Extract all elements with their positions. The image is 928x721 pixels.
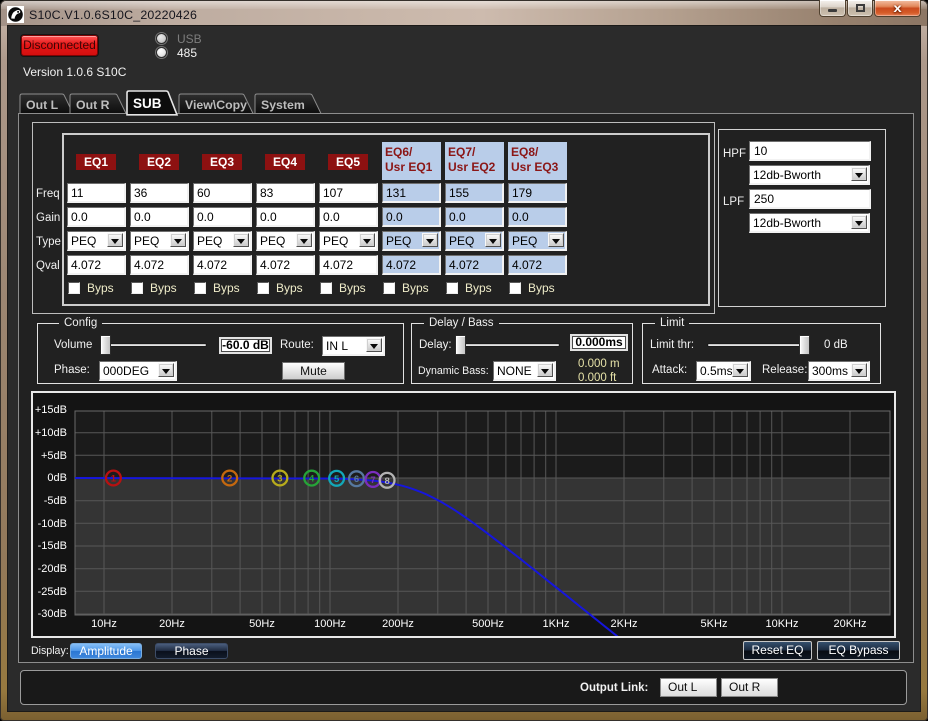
svg-text:Out L: Out L [26, 98, 59, 112]
svg-text:SUB: SUB [133, 96, 162, 111]
svg-text:View\Copy: View\Copy [185, 98, 247, 112]
svg-text:Out R: Out R [76, 98, 110, 112]
svg-text:System: System [261, 98, 305, 112]
